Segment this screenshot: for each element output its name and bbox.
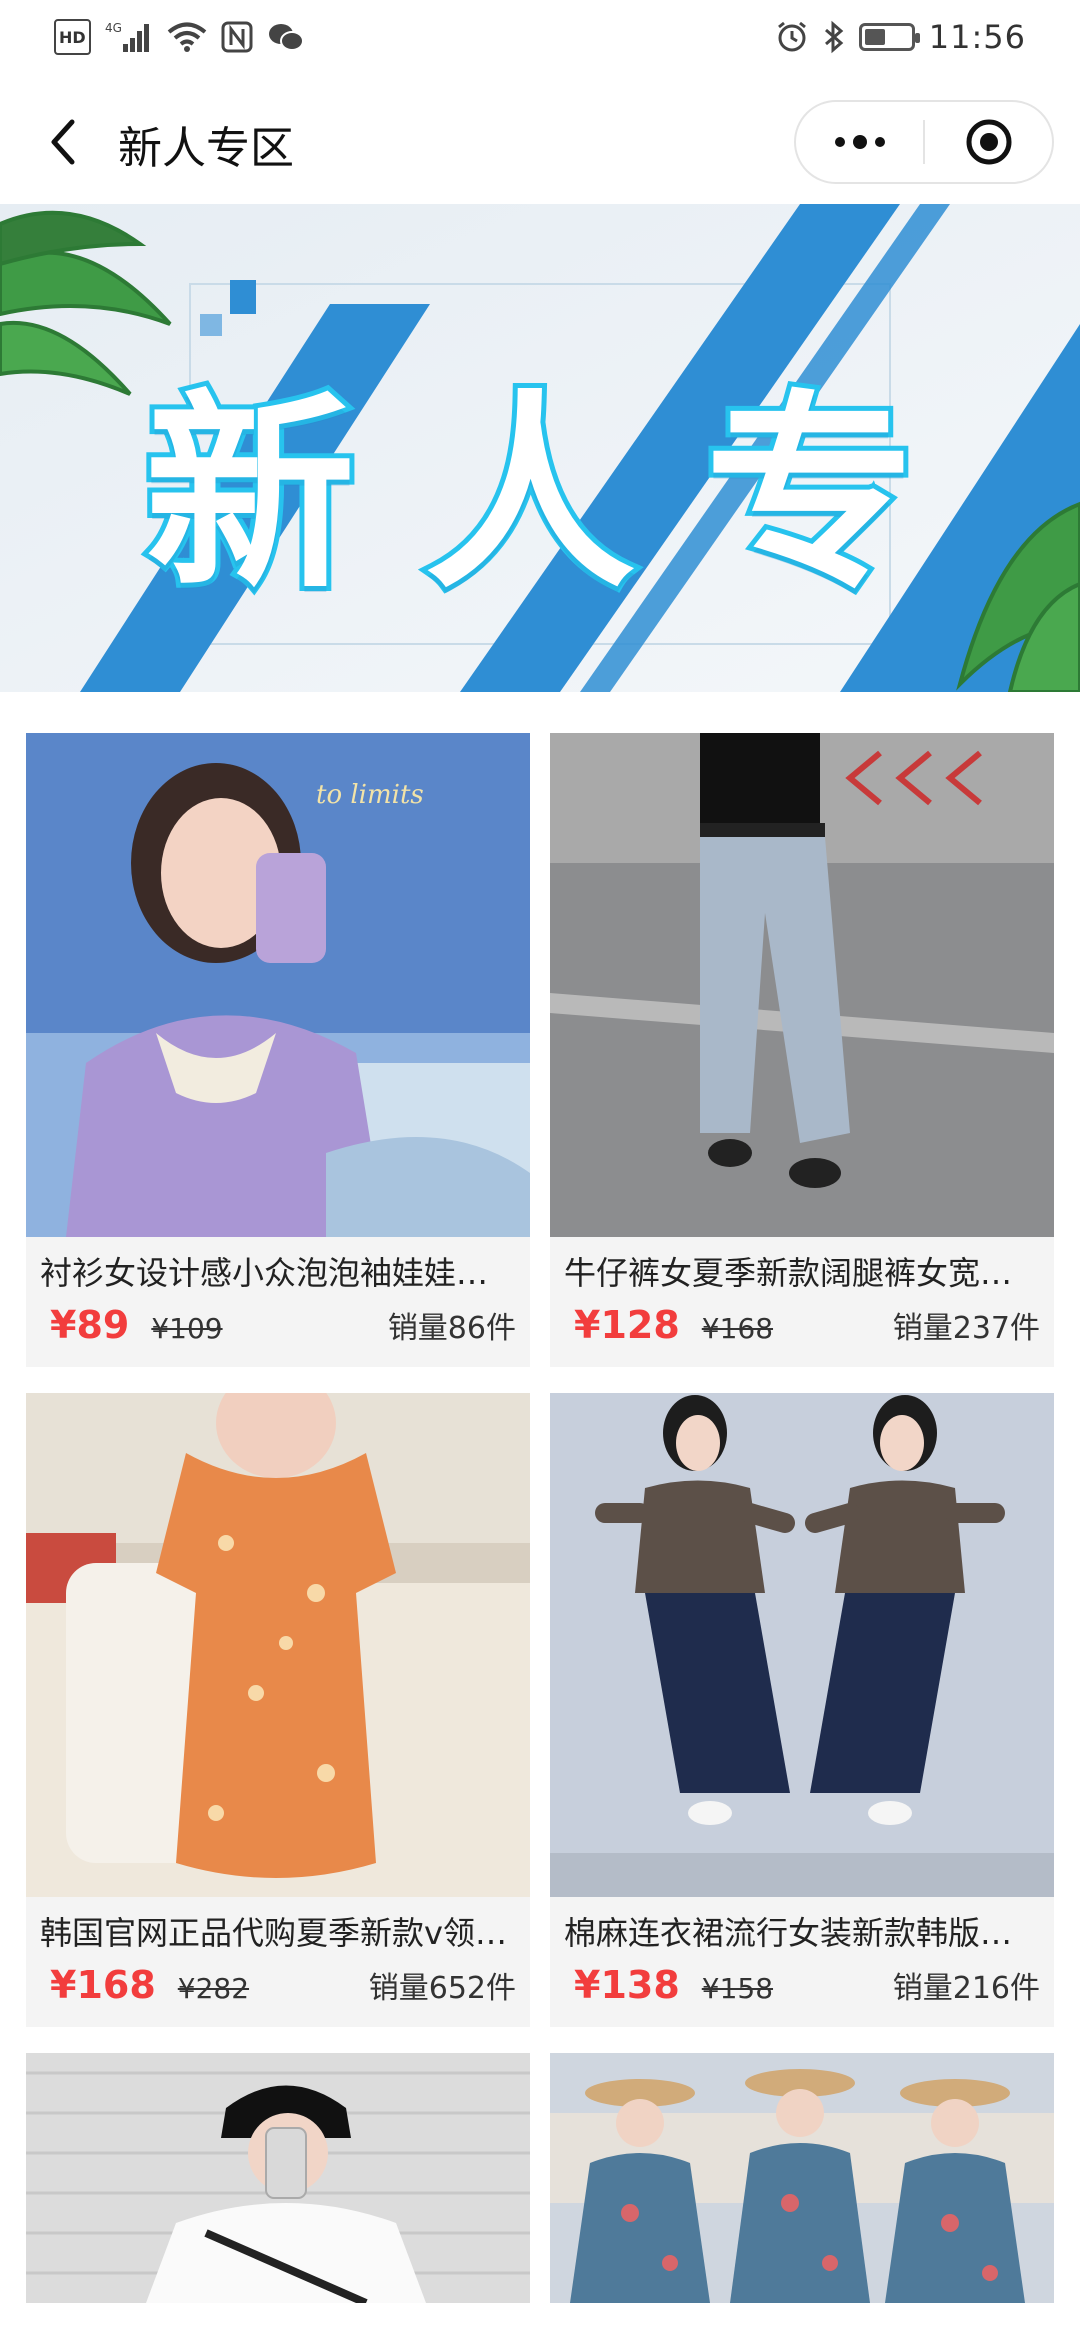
nav-bar: 新人专区	[0, 74, 1080, 204]
status-time: 11:56	[928, 18, 1026, 56]
price-row: ¥89 ¥109 销量86件	[40, 1303, 516, 1347]
product-image-white-shirt-cap[interactable]	[26, 2053, 530, 2303]
status-bar: HD 4G 11:56	[0, 0, 1080, 74]
product-card[interactable]: 牛仔裤女夏季新款阔腿裤女宽… ¥128 ¥168 销量237件	[550, 733, 1054, 1367]
bluetooth-icon	[823, 19, 845, 55]
status-right: 11:56	[775, 18, 1026, 56]
product-image-lavender-blouse[interactable]: to limits	[26, 733, 530, 1237]
price-row: ¥138 ¥158 销量216件	[564, 1963, 1040, 2007]
close-miniprogram-button[interactable]	[925, 102, 1052, 182]
product-info: 韩国官网正品代购夏季新款v领… ¥168 ¥282 销量652件	[26, 1897, 530, 2027]
product-card[interactable]: 棉麻连衣裙流行女装新款韩版… ¥138 ¥158 销量216件	[550, 1393, 1054, 2027]
product-title: 棉麻连衣裙流行女装新款韩版…	[564, 1914, 1013, 1952]
product-image-wide-leg-jeans[interactable]	[550, 733, 1054, 1237]
product-original-price: ¥282	[177, 1972, 250, 2005]
product-image-linen-two-piece[interactable]	[550, 1393, 1054, 1897]
product-card[interactable]	[26, 2053, 530, 2303]
product-price: ¥128	[574, 1303, 680, 1347]
product-sales: 销量652件	[368, 1971, 516, 2006]
wifi-icon	[167, 19, 207, 55]
product-grid: to limits 衬衫女设计感小众泡泡袖娃娃… ¥89 ¥109 销量86件	[26, 733, 1054, 2303]
wechat-icon	[267, 19, 305, 55]
product-original-price: ¥109	[151, 1312, 223, 1345]
product-card[interactable]: 韩国官网正品代购夏季新款v领… ¥168 ¥282 销量652件	[26, 1393, 530, 2027]
product-price: ¥168	[50, 1963, 156, 2007]
product-card[interactable]	[550, 2053, 1054, 2303]
promo-banner: 新人专区	[0, 204, 1080, 692]
product-info: 衬衫女设计感小众泡泡袖娃娃… ¥89 ¥109 销量86件	[26, 1237, 530, 1367]
back-button[interactable]	[38, 114, 88, 170]
product-price: ¥138	[574, 1963, 680, 2007]
nfc-icon	[221, 19, 253, 55]
product-original-price: ¥158	[701, 1972, 774, 2005]
product-card[interactable]: to limits 衬衫女设计感小众泡泡袖娃娃… ¥89 ¥109 销量86件	[26, 733, 530, 1367]
svg-text:to limits: to limits	[316, 780, 424, 810]
more-dots-icon	[834, 135, 885, 149]
product-original-price: ¥168	[701, 1312, 774, 1345]
target-circle-icon	[966, 119, 1011, 165]
product-sales: 销量216件	[892, 1971, 1040, 2006]
alarm-icon	[775, 19, 809, 55]
more-button[interactable]	[796, 102, 923, 182]
product-sales: 销量86件	[387, 1311, 516, 1346]
page-title: 新人专区	[118, 123, 294, 174]
product-title: 牛仔裤女夏季新款阔腿裤女宽…	[564, 1254, 1013, 1292]
product-image-floral-dress[interactable]	[26, 1393, 530, 1897]
product-info: 棉麻连衣裙流行女装新款韩版… ¥138 ¥158 销量216件	[550, 1897, 1054, 2027]
hd-icon: HD	[54, 19, 91, 55]
product-price: ¥89	[50, 1303, 130, 1347]
svg-text:4G: 4G	[105, 21, 122, 35]
banner-title: 新人专区	[140, 367, 985, 692]
product-title: 韩国官网正品代购夏季新款v领…	[40, 1914, 507, 1952]
product-info: 牛仔裤女夏季新款阔腿裤女宽… ¥128 ¥168 销量237件	[550, 1237, 1054, 1367]
product-sales: 销量237件	[892, 1311, 1040, 1346]
status-left: HD 4G	[54, 19, 305, 55]
chevron-left-icon	[51, 119, 75, 165]
price-row: ¥168 ¥282 销量652件	[40, 1963, 516, 2007]
product-title: 衬衫女设计感小众泡泡袖娃娃…	[40, 1254, 489, 1292]
battery-icon	[858, 19, 920, 55]
signal-4g-icon: 4G	[105, 19, 153, 55]
price-row: ¥128 ¥168 销量237件	[564, 1303, 1040, 1347]
miniprogram-capsule	[794, 100, 1054, 184]
product-image-floral-maxi-dress[interactable]	[550, 2053, 1054, 2303]
